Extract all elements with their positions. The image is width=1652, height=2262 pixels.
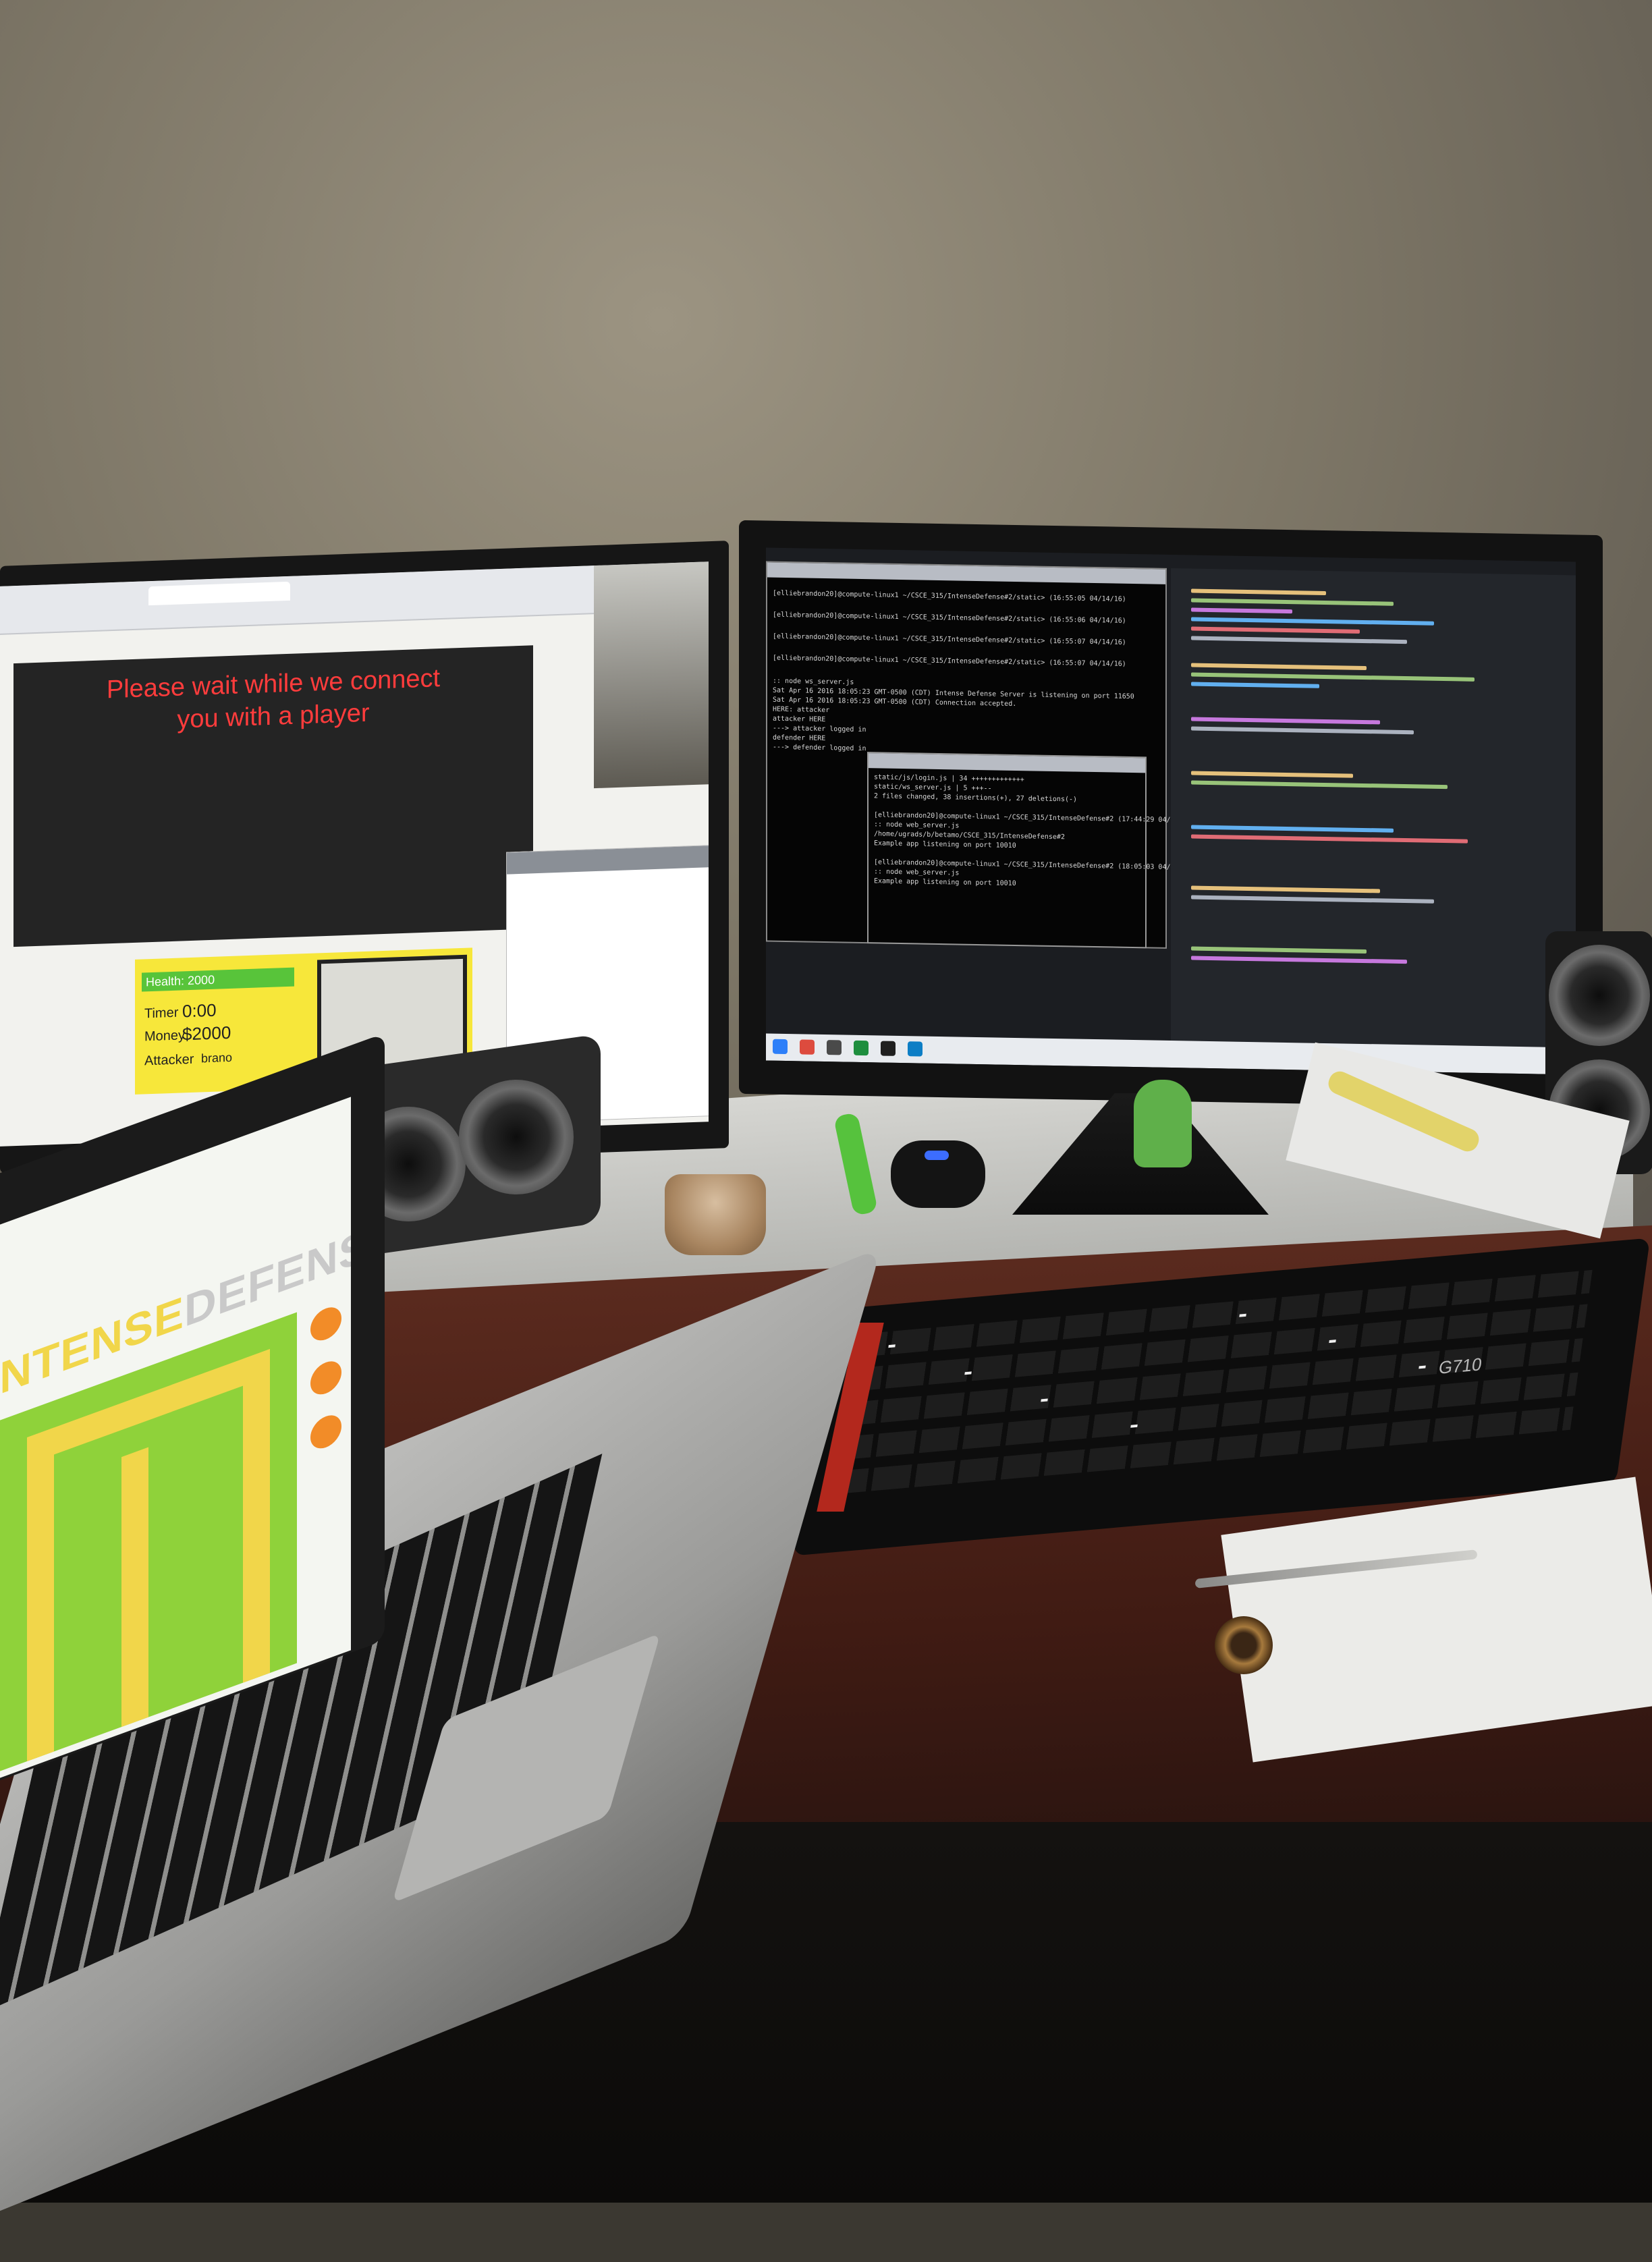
- start-icon[interactable]: [773, 1039, 788, 1055]
- terminal-line: ---> attacker logged in: [773, 724, 866, 734]
- health-bar: Health: 2000: [142, 967, 294, 992]
- terminal-line: ---> defender logged in: [773, 743, 866, 753]
- code-line: [1191, 771, 1353, 778]
- code-line: [1191, 780, 1448, 790]
- terminal-line: defender HERE: [773, 734, 826, 743]
- terminal-line: HERE: attacker: [773, 705, 830, 715]
- terminal-line: [elliebrandon20]@compute-linux1 ~/CSCE_3…: [773, 611, 1126, 625]
- terminal-line: attacker HERE: [773, 715, 826, 724]
- enemy-path: [121, 1447, 148, 1728]
- chat-header[interactable]: [507, 845, 709, 875]
- code-line: [1191, 617, 1434, 626]
- enemy-path: [27, 1427, 54, 1762]
- game-waiting-panel: Please wait while we connect you with a …: [13, 645, 533, 947]
- code-line: [1191, 885, 1380, 893]
- attacker-label: Attacker: [144, 1051, 194, 1069]
- terminal-line: Example app listening on port 10010: [874, 877, 1016, 887]
- terminal-line: :: node ws_server.js: [773, 677, 854, 686]
- terminal-line: :: node web_server.js: [874, 821, 960, 830]
- code-line: [1191, 663, 1367, 671]
- speaker-cone: [1549, 945, 1650, 1046]
- terminal-line: [elliebrandon20]@compute-linux1 ~/CSCE_3…: [773, 654, 1126, 668]
- attacker-value: brano: [201, 1050, 233, 1066]
- chrome-icon[interactable]: [800, 1039, 815, 1055]
- terminal-window-small[interactable]: static/js/login.js | 34 +++++++++++++ st…: [867, 752, 1195, 949]
- background-wallpaper-window: [594, 561, 709, 789]
- android-figure: [1134, 1080, 1192, 1167]
- code-line: [1191, 598, 1394, 606]
- waiting-message: Please wait while we connect you with a …: [61, 661, 486, 740]
- terminal-line: /home/ugrads/b/betamo/CSCE_315/IntenseDe…: [874, 830, 1065, 842]
- small-container: [665, 1174, 766, 1255]
- code-line: [1191, 607, 1292, 614]
- terminal-title-bar[interactable]: [767, 562, 1165, 584]
- browser-toolbar: [0, 566, 594, 635]
- tower-icon[interactable]: [310, 1356, 341, 1400]
- terminal-line: static/ws_server.js | 5 +++--: [874, 783, 992, 793]
- terminal-line: :: node web_server.js: [874, 868, 960, 877]
- code-line: [1191, 726, 1414, 735]
- code-line: [1191, 682, 1319, 688]
- terminal-icon[interactable]: [827, 1040, 842, 1055]
- money-value: $2000: [182, 1022, 231, 1045]
- enemy-path: [243, 1349, 270, 1683]
- code-line: [1191, 626, 1360, 634]
- terminal-line: static/js/login.js | 34 +++++++++++++: [874, 773, 1024, 784]
- code-line: [1191, 834, 1468, 844]
- code-line: [1191, 946, 1367, 954]
- hub-led: [925, 1151, 949, 1160]
- money-label: Money: [144, 1028, 186, 1045]
- tower-icon[interactable]: [310, 1410, 341, 1454]
- app-icon[interactable]: [908, 1041, 923, 1057]
- code-line: [1191, 825, 1394, 833]
- terminal-title-bar[interactable]: [869, 753, 1145, 773]
- app-icon[interactable]: [881, 1041, 896, 1056]
- ring: [1215, 1616, 1273, 1674]
- code-line: [1191, 956, 1407, 964]
- right-monitor-screen: [elliebrandon20]@compute-linux1 ~/CSCE_3…: [766, 547, 1576, 1075]
- code-line: [1191, 717, 1380, 725]
- keyboard-model-label: G710: [1437, 1354, 1483, 1379]
- code-line: [1191, 588, 1326, 596]
- terminal-line: [elliebrandon20]@compute-linux1 ~/CSCE_3…: [773, 589, 1126, 603]
- timer-value: 0:00: [182, 999, 217, 1022]
- terminal-line: Example app listening on port 10010: [874, 839, 1016, 850]
- code-line: [1191, 895, 1434, 904]
- code-editor-window[interactable]: [1171, 568, 1576, 1048]
- browser-tab[interactable]: [148, 581, 290, 606]
- timer-label: Timer: [144, 1005, 179, 1022]
- terminal-line: [elliebrandon20]@compute-linux1 ~/CSCE_3…: [773, 632, 1126, 646]
- right-monitor: [elliebrandon20]@compute-linux1 ~/CSCE_3…: [739, 520, 1603, 1109]
- tower-icon[interactable]: [310, 1302, 341, 1346]
- app-icon[interactable]: [854, 1040, 869, 1056]
- speaker-cone: [459, 1080, 574, 1194]
- code-line: [1191, 636, 1407, 644]
- code-line: [1191, 672, 1475, 682]
- terminal-line: 2 files changed, 38 insertions(+), 27 de…: [874, 792, 1078, 804]
